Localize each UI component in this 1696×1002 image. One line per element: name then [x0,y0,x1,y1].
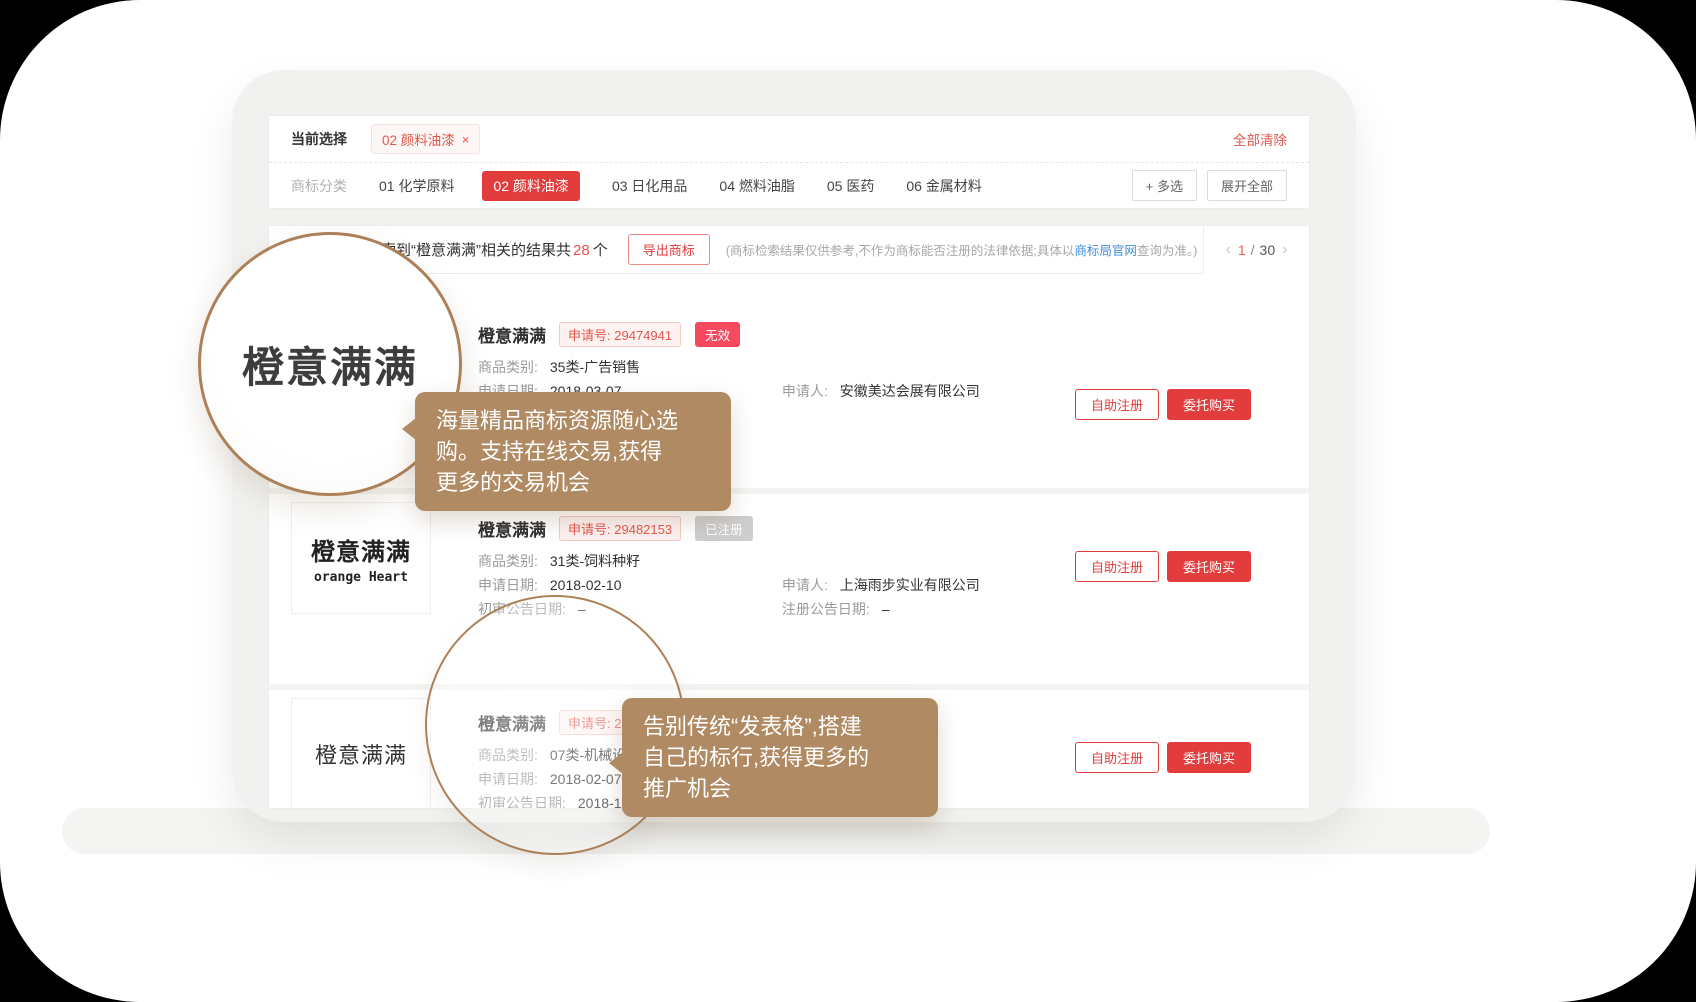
field-value: 2018-02-10 [550,577,622,593]
field-label: 商品类别: [478,553,538,569]
application-number-tag: 申请号: 29482153 [559,516,681,541]
category-item-05[interactable]: 05 医药 [827,176,874,196]
trademark-name: 橙意满满 [478,322,546,347]
filter-card: 当前选择 02 颜料油漆 × 全部清除 商标分类 01 化学原料 02 颜料油漆… [268,115,1310,209]
status-badge-registered: 已注册 [695,516,753,541]
category-label: 商标分类 [291,176,347,196]
trademark-office-link[interactable]: 商标局官网 [1074,244,1137,258]
chevron-right-icon[interactable]: › [1275,241,1294,259]
clear-all-button[interactable]: 全部清除 [1233,129,1287,149]
entrust-buy-button[interactable]: 委托购买 [1167,389,1251,420]
results-count: 28 [573,242,590,259]
expand-all-button[interactable]: 展开全部 [1207,170,1287,201]
category-item-02-selected[interactable]: 02 颜料油漆 [482,171,579,201]
disclaimer-suffix: 查询为准。) [1137,244,1197,258]
disclaimer-text: (商标检索结果仅供参考,不作为商标能否注册的法律依据;具体以商标局官网查询为准。… [726,240,1198,259]
summary-suffix: 个 [593,242,608,259]
application-number-label: 申请号: [568,522,611,537]
total-pages: 30 [1260,242,1276,258]
application-number-label: 申请号: [568,328,611,343]
application-number-tag: 申请号: 29474941 [559,322,681,347]
promo-tooltip-marketplace: 海量精品商标资源随心选 购。支持在线交易,获得 更多的交易机会 [415,392,731,511]
trademark-image-3: 橙意满满 [291,698,431,809]
promo-tooltip-promotion: 告别传统“发表格”,搭建 自己的标行,获得更多的 推广机会 [622,698,938,817]
results-header: 当前分类下检索到“橙意满满”相关的结果共28个 导出商标 (商标检索结果仅供参考… [269,226,1309,274]
application-number-value: 29474941 [614,328,672,343]
entrust-buy-button[interactable]: 委托购买 [1167,551,1251,582]
category-item-03[interactable]: 03 日化用品 [612,176,687,196]
selected-filter-tag-label: 02 颜料油漆 [382,129,455,149]
category-item-06[interactable]: 06 金属材料 [906,176,981,196]
disclaimer-prefix: (商标检索结果仅供参考,不作为商标能否注册的法律依据;具体以 [726,244,1075,258]
self-register-button[interactable]: 自助注册 [1075,742,1159,773]
field-label: 申请人: [782,383,828,399]
current-page: 1 [1238,242,1246,258]
page-canvas: 当前选择 02 颜料油漆 × 全部清除 商标分类 01 化学原料 02 颜料油漆… [0,0,1696,1002]
pagination: ‹ 1 / 30 › [1203,226,1309,274]
current-selection-label: 当前选择 [291,129,347,149]
multi-select-button[interactable]: + 多选 [1132,170,1197,201]
self-register-button[interactable]: 自助注册 [1075,551,1159,582]
trademark-image-text: 橙意满满 [315,738,407,770]
self-register-button[interactable]: 自助注册 [1075,389,1159,420]
trademark-name: 橙意满满 [478,516,546,541]
field-value: 35类-广告销售 [550,359,640,375]
trademark-image-subtext: orange Heart [314,570,408,585]
export-trademark-button[interactable]: 导出商标 [628,234,710,265]
field-value: 31类-饲料种籽 [550,553,640,569]
field-label: 申请人: [782,577,828,593]
close-icon[interactable]: × [462,132,470,147]
chevron-left-icon[interactable]: ‹ [1219,241,1238,259]
field-value: – [882,601,890,617]
magnified-trademark-text: 橙意满满 [242,334,418,395]
result-row-2: 橙意满满 orange Heart 橙意满满 申请号: 29482153 已注册… [269,494,1309,684]
category-row: 商标分类 01 化学原料 02 颜料油漆 03 日化用品 04 燃料油脂 05 … [269,163,1309,208]
field-label: 商品类别: [478,359,538,375]
trademark-image-2: 橙意满满 orange Heart [291,502,431,614]
category-item-04[interactable]: 04 燃料油脂 [719,176,794,196]
page-separator: / [1251,242,1255,258]
field-value: 安徽美达会展有限公司 [840,383,980,399]
field-value: 上海雨步实业有限公司 [840,577,980,593]
trademark-image-text: 橙意满满 [311,532,411,567]
selected-filter-tag[interactable]: 02 颜料油漆 × [371,124,480,154]
current-selection-row: 当前选择 02 颜料油漆 × 全部清除 [269,116,1309,163]
field-label: 注册公告日期: [782,601,870,617]
status-badge-invalid: 无效 [695,322,740,347]
field-label: 申请日期: [478,577,538,593]
category-item-01[interactable]: 01 化学原料 [379,176,454,196]
entrust-buy-button[interactable]: 委托购买 [1167,742,1251,773]
application-number-value: 29482153 [614,522,672,537]
